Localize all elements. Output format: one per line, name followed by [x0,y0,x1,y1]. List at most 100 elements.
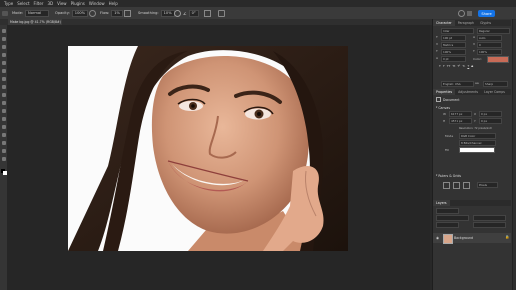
pressure-opacity-icon[interactable] [89,9,96,17]
move-tool-icon[interactable] [1,29,6,33]
menu-plugins[interactable]: Plugins [71,1,85,6]
flow-input[interactable]: 1% [111,9,123,17]
fill-color-swatch[interactable] [459,147,495,153]
dodge-tool-icon[interactable] [1,109,6,113]
units-select[interactable]: Pixels [477,182,498,188]
eyedropper-tool-icon[interactable] [1,61,6,65]
tab-character[interactable]: Character [433,20,455,26]
canvas-y-input[interactable]: 0 px [479,118,502,124]
layer-row[interactable]: ◉ Background 🔒 [433,233,511,244]
chevron-down-icon[interactable]: ▾ [436,106,437,109]
blend-mode-select[interactable] [436,215,469,221]
tab-properties[interactable]: Properties [433,89,456,95]
horizontal-scale-input[interactable]: 100% [477,49,502,55]
right-panel-dock: Character Paragraph Glyphs Inter Regular… [432,19,516,290]
faux-italic-icon[interactable]: T [443,64,445,69]
guides-icon[interactable] [463,182,470,189]
shape-tool-icon[interactable] [1,141,6,145]
document-canvas[interactable] [68,46,348,251]
vertical-scale-input[interactable]: 100% [441,49,466,55]
smoothing-input[interactable]: 10% [160,9,175,17]
ruler-icon[interactable] [443,182,450,189]
brush-preset-picker[interactable] [2,10,8,16]
tab-paragraph[interactable]: Paragraph [455,21,477,25]
chevron-down-icon-2[interactable]: ▾ [436,174,437,177]
menu-type[interactable]: Type [4,1,13,6]
eraser-tool-icon[interactable] [1,93,6,97]
canvas-height-input[interactable]: 4571 px [449,118,472,124]
lock-options[interactable] [436,222,459,228]
y-label-icon: Y [474,119,476,123]
all-caps-icon[interactable]: TT [447,64,451,69]
pen-tool-icon[interactable] [1,117,6,121]
type-tool-icon[interactable] [1,125,6,129]
angle-input[interactable]: 0° [188,9,199,17]
gradient-tool-icon[interactable] [1,101,6,105]
tab-adjustments[interactable]: Adjustments [455,90,481,94]
hand-tool-icon[interactable] [1,149,6,153]
layer-filter-select[interactable] [436,208,459,214]
leading-input[interactable]: Auto [477,35,502,41]
brush-icon [2,10,8,16]
antialias-icon: aa [475,81,479,85]
menu-select[interactable]: Select [17,1,29,6]
background-color-swatch[interactable] [2,171,7,175]
canvas-x-input[interactable]: 0 px [479,111,502,117]
horizontal-scale-icon: T [473,49,475,53]
symmetry-icon[interactable] [218,9,225,17]
menu-filter[interactable]: Filter [34,1,44,6]
font-family-select[interactable]: Inter [441,28,474,34]
font-size-input[interactable]: 100 pt [441,35,466,41]
menu-help[interactable]: Help [109,1,118,6]
path-select-tool-icon[interactable] [1,133,6,137]
faux-bold-icon[interactable]: T [439,64,441,69]
height-label-icon: H [443,119,446,123]
fill-label: Fill [445,148,450,152]
layer-thumbnail [443,234,453,244]
layer-fill-input[interactable] [473,222,506,228]
pressure-size-icon[interactable] [204,9,211,17]
color-mode-select[interactable]: RGB Color [459,133,496,139]
gear-icon[interactable] [174,9,181,17]
brush-tool-icon[interactable] [1,77,6,81]
canvas-width-input[interactable]: 6177 px [449,111,472,117]
kerning-icon: V [436,42,439,46]
tab-layer-comps[interactable]: Layer Comps [481,90,508,94]
tab-glyphs[interactable]: Glyphs [477,21,494,25]
bit-depth-select[interactable]: 8 Bits/Channel [459,140,496,146]
language-select[interactable]: English: USA [441,81,474,87]
healing-tool-icon[interactable] [1,69,6,73]
antialias-select[interactable]: Sharp [483,81,508,87]
font-style-select[interactable]: Regular [477,28,510,34]
layer-opacity-input[interactable] [473,215,506,221]
mode-select[interactable]: Normal [25,9,50,17]
strikethrough-icon[interactable]: T [471,64,473,69]
lasso-tool-icon[interactable] [1,45,6,49]
baseline-shift-input[interactable]: 0 pt [441,56,466,62]
marquee-tool-icon[interactable] [1,37,6,41]
zoom-tool-icon[interactable] [1,157,6,161]
menu-window[interactable]: Window [89,1,105,6]
eye-icon[interactable]: ◉ [436,236,439,240]
document-label: Document [443,97,460,102]
menu-view[interactable]: View [57,1,67,6]
workspace-icon[interactable] [467,10,472,16]
stamp-tool-icon[interactable] [1,85,6,89]
small-caps-icon[interactable]: Tt [452,64,455,69]
tab-layers[interactable]: Layers [433,200,450,206]
airbrush-icon[interactable] [124,9,131,17]
opacity-input[interactable]: 100% [71,9,89,17]
kerning-select[interactable]: Metrics [441,42,466,48]
search-icon[interactable] [458,9,465,17]
superscript-icon[interactable]: T¹ [457,64,460,69]
crop-tool-icon[interactable] [1,53,6,57]
underline-icon[interactable]: T [467,64,469,69]
subscript-icon[interactable]: T₁ [462,64,465,69]
share-button[interactable]: Share [478,10,495,17]
grid-icon[interactable] [453,182,460,189]
text-color-swatch[interactable] [487,56,509,63]
menu-3d[interactable]: 3D [47,1,53,6]
width-label-icon: W [443,112,446,116]
tracking-input[interactable]: 0 [477,42,502,48]
menu-bar: Type Select Filter 3D View Plugins Windo… [0,0,516,7]
